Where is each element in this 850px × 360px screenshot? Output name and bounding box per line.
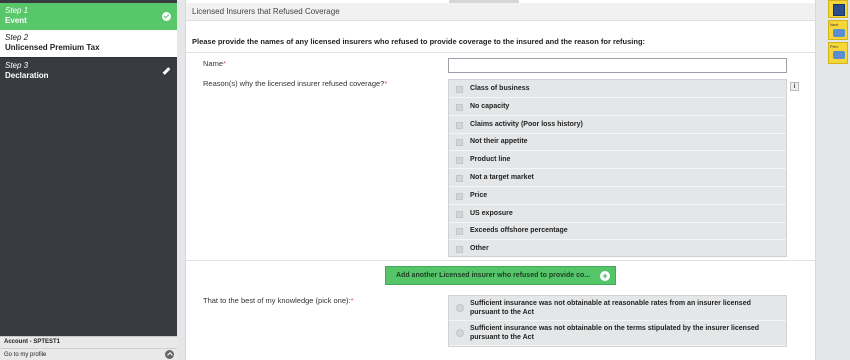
prev-button[interactable]: Prev [828, 42, 848, 64]
arrow-right-icon [833, 29, 845, 37]
reason-option-label: No capacity [470, 102, 510, 110]
radio-button[interactable] [456, 304, 464, 312]
sidebar: Step 1 Event Step 2 Unlicensed Premium T… [0, 0, 177, 360]
save-button[interactable] [828, 0, 848, 18]
knowledge-radio-group: Sufficient insurance was not obtainable … [448, 295, 787, 347]
add-insurer-button[interactable]: Add another Licensed insurer who refused… [385, 266, 616, 285]
reason-option[interactable]: Price [449, 188, 786, 205]
account-label: Account - SPTEST1 [0, 336, 177, 348]
reason-option-label: Other [470, 245, 489, 253]
reason-option[interactable]: No capacity [449, 99, 786, 116]
required-marker: * [350, 296, 354, 305]
name-label-text: Name [203, 59, 224, 68]
action-toolbar: Next Prev [828, 0, 850, 70]
knowledge-option[interactable]: Sufficient insurance was not obtainable … [449, 296, 786, 321]
info-icon[interactable]: i [790, 82, 799, 91]
reason-option[interactable]: Other [449, 241, 786, 259]
instructions: Please provide the names of any licensed… [192, 37, 646, 46]
reason-option-label: Claims activity (Poor loss history) [470, 120, 583, 128]
reason-option[interactable]: US exposure [449, 206, 786, 223]
checkbox[interactable] [456, 175, 463, 182]
required-marker: * [384, 79, 388, 88]
reason-option[interactable]: Not a target market [449, 170, 786, 187]
profile-link[interactable]: Go to my profile [0, 348, 177, 360]
check-icon [162, 12, 171, 21]
form-panel: Licensed Insurers that Refused Coverage … [185, 0, 816, 360]
section-title: Licensed Insurers that Refused Coverage [186, 3, 815, 21]
radio-button[interactable] [456, 329, 464, 337]
next-label: Next [830, 22, 839, 27]
name-label: Name* [203, 59, 226, 68]
reason-option-label: Price [470, 191, 488, 199]
reason-label-text: Reason(s) why the licensed insurer refus… [203, 79, 385, 88]
checkbox[interactable] [456, 103, 463, 111]
step-number: Step 1 [5, 6, 29, 15]
prev-label: Prev [830, 44, 839, 49]
step-number: Step 2 [5, 33, 29, 42]
checkbox[interactable] [456, 157, 463, 165]
reason-option[interactable]: Claims activity (Poor loss history) [449, 117, 786, 134]
step-1-event[interactable]: Step 1 Event [0, 3, 177, 30]
reason-option-label: Not a target market [470, 174, 534, 181]
divider [186, 260, 815, 261]
step-label: Event [5, 16, 27, 25]
knowledge-option-label: Sufficient insurance was not obtainable … [470, 325, 760, 341]
reason-option-label: Class of business [470, 85, 530, 92]
divider [186, 52, 815, 53]
pencil-icon [162, 67, 171, 76]
reason-option-label: Exceeds offshore percentage [470, 227, 568, 235]
knowledge-option-label: Sufficient insurance was not obtainable … [470, 300, 751, 316]
step-number: Step 3 [5, 61, 29, 70]
reason-option-label: Not their appetite [470, 138, 528, 146]
reason-option-label: Product line [470, 156, 511, 164]
checkbox[interactable] [456, 228, 463, 236]
reason-option[interactable]: Class of business [449, 81, 786, 98]
step-3-declaration[interactable]: Step 3 Declaration [0, 57, 177, 84]
add-insurer-button-label: Add another Licensed insurer who refused… [396, 272, 591, 279]
checkbox[interactable] [456, 192, 463, 200]
reason-option[interactable]: Not their appetite [449, 134, 786, 152]
knowledge-option[interactable]: Sufficient insurance was not obtainable … [449, 321, 786, 346]
required-marker: * [223, 59, 226, 68]
name-input[interactable] [448, 58, 787, 73]
checkbox[interactable] [456, 121, 463, 129]
checkbox[interactable] [456, 210, 463, 218]
reason-checkbox-group: Class of business No capacity Claims act… [448, 79, 787, 259]
chevron-up-icon[interactable] [165, 350, 174, 359]
step-label: Declaration [5, 71, 49, 80]
pick-one-label: That to the best of my knowledge (pick o… [203, 296, 354, 305]
reason-option[interactable]: Product line [449, 152, 786, 170]
next-button[interactable]: Next [828, 20, 848, 40]
checkbox[interactable] [456, 246, 463, 254]
step-2-unlicensed-premium-tax[interactable]: Step 2 Unlicensed Premium Tax [0, 30, 177, 57]
checkbox[interactable] [456, 139, 463, 147]
reason-option-label: US exposure [470, 209, 513, 217]
arrow-left-icon [833, 51, 845, 59]
app-window: Step 1 Event Step 2 Unlicensed Premium T… [0, 0, 850, 360]
reason-label: Reason(s) why the licensed insurer refus… [203, 79, 387, 88]
checkbox[interactable] [456, 86, 463, 93]
pick-one-label-text: That to the best of my knowledge (pick o… [203, 296, 351, 305]
plus-icon: + [600, 271, 610, 281]
reason-option[interactable]: Exceeds offshore percentage [449, 223, 786, 241]
step-label: Unlicensed Premium Tax [5, 43, 100, 52]
profile-link-label: Go to my profile [4, 352, 47, 358]
